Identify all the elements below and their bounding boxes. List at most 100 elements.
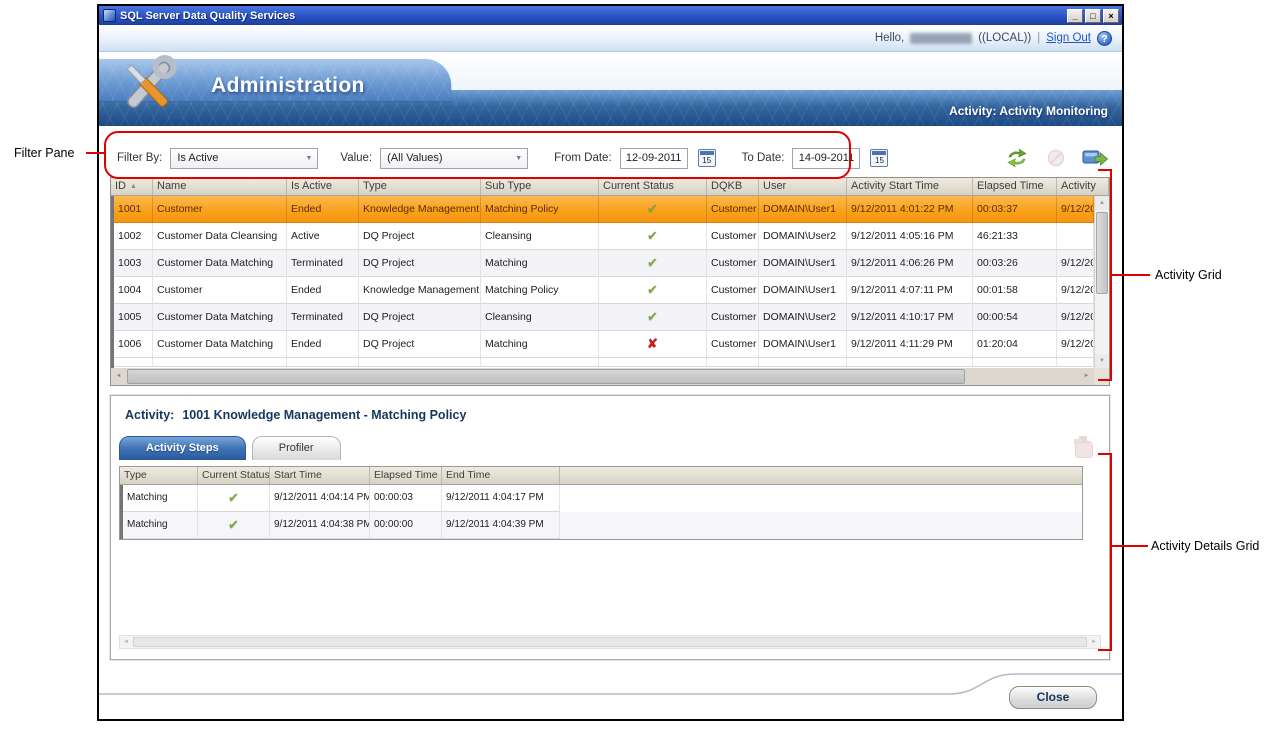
- activity-row-1005[interactable]: 1005Customer Data MatchingTerminatedDQ P…: [114, 304, 1094, 331]
- activity-row-1007[interactable]: 1007CustomerEndedKnowledge ManagementDom…: [114, 358, 1094, 367]
- details-row[interactable]: Matching✔9/12/2011 4:04:14 PM00:00:039/1…: [123, 485, 1082, 512]
- details-row[interactable]: Matching✔9/12/2011 4:04:38 PM00:00:009/1…: [123, 512, 1082, 539]
- cell-sub_type: Cleansing: [481, 223, 599, 250]
- close-window-button[interactable]: ×: [1103, 9, 1119, 23]
- cell-start_time: 9/12/2011 4:01:22 PM: [847, 196, 973, 223]
- tab-activity-steps[interactable]: Activity Steps: [119, 436, 246, 460]
- breadcrumb: Activity: Activity Monitoring: [949, 104, 1108, 118]
- column-header-activity-start-time[interactable]: Activity Start Time: [847, 178, 973, 195]
- cell-status: ✔: [599, 250, 707, 277]
- scroll-down-icon[interactable]: ▼: [1095, 354, 1109, 368]
- column-header-current-status[interactable]: Current Status: [198, 467, 270, 484]
- cell-is_active: Ended: [287, 358, 359, 367]
- check-icon: ✔: [228, 490, 239, 505]
- annotation-connector: [1112, 545, 1148, 547]
- terminate-icon: [1043, 147, 1069, 169]
- column-header-current-status[interactable]: Current Status: [599, 178, 707, 195]
- page: SQL Server Data Quality Services _ □ × H…: [0, 0, 1265, 730]
- cell-id: 1004: [114, 277, 153, 304]
- column-header-name[interactable]: Name: [153, 178, 287, 195]
- title-bar: SQL Server Data Quality Services _ □ ×: [99, 6, 1122, 25]
- column-header-elapsed-time[interactable]: Elapsed Time: [973, 178, 1057, 195]
- cell-end_time: 9/12/20: [1057, 250, 1094, 277]
- activity-row-1002[interactable]: 1002Customer Data CleansingActiveDQ Proj…: [114, 223, 1094, 250]
- value-dropdown[interactable]: (All Values) ▼: [380, 148, 528, 169]
- column-header-start-time[interactable]: Start Time: [270, 467, 370, 484]
- activity-grid-bracket-bottom: [1098, 379, 1112, 381]
- sign-out-link[interactable]: Sign Out: [1046, 32, 1091, 44]
- activity-row-1001[interactable]: 1001CustomerEndedKnowledge ManagementMat…: [114, 196, 1094, 223]
- details-grid-header: TypeCurrent StatusStart TimeElapsed Time…: [120, 467, 1082, 485]
- cell-is_active: Ended: [287, 331, 359, 358]
- horizontal-scrollbar[interactable]: ◄ ►: [111, 368, 1094, 385]
- cell-dqkb: Customer: [707, 223, 759, 250]
- export-icon[interactable]: [1082, 147, 1108, 169]
- footer-curve: [99, 670, 1122, 718]
- cell-type: DQ Project: [359, 223, 481, 250]
- column-header-end-time[interactable]: End Time: [442, 467, 560, 484]
- column-header-user[interactable]: User: [759, 178, 847, 195]
- restore-button[interactable]: □: [1085, 9, 1101, 23]
- cell-name: Customer: [153, 358, 287, 367]
- check-icon: ✔: [647, 309, 658, 324]
- column-header-activity[interactable]: Activity: [1057, 178, 1109, 195]
- cell-user: DOMAIN\User1: [759, 277, 847, 304]
- filter-pane: Filter By: Is Active ▼ Value: (All Value…: [117, 146, 888, 170]
- scrollbar-thumb[interactable]: [133, 637, 1087, 647]
- cell-elapsed: 00:00:03: [370, 485, 442, 512]
- scrollbar-thumb[interactable]: [127, 369, 965, 384]
- calendar-icon[interactable]: 15: [698, 149, 716, 167]
- activity-row-1004[interactable]: 1004CustomerEndedKnowledge ManagementMat…: [114, 277, 1094, 304]
- minimize-button[interactable]: _: [1067, 9, 1083, 23]
- column-header-type[interactable]: Type: [359, 178, 481, 195]
- cell-start_time: 9/12/2011 4:06:26 PM: [847, 250, 973, 277]
- sort-asc-icon: ▲: [130, 183, 137, 190]
- column-header-dqkb[interactable]: DQKB: [707, 178, 759, 195]
- details-grid-bracket-bottom: [1098, 649, 1112, 651]
- activity-grid-header: ID▲NameIs ActiveTypeSub TypeCurrent Stat…: [111, 178, 1109, 196]
- scroll-up-icon[interactable]: ▲: [1095, 196, 1109, 210]
- scrollbar-corner: [1094, 368, 1109, 385]
- scrollbar-thumb[interactable]: [1096, 212, 1108, 294]
- activity-row-1003[interactable]: 1003Customer Data MatchingTerminatedDQ P…: [114, 250, 1094, 277]
- check-icon: ✔: [647, 363, 658, 367]
- annotation-connector: [86, 152, 105, 154]
- cell-start_time: 9/12/2011 5:04:41 PM: [847, 358, 973, 367]
- scroll-left-icon[interactable]: ◄: [120, 636, 132, 648]
- cell-type: DQ Project: [359, 304, 481, 331]
- filter-by-dropdown[interactable]: Is Active ▼: [170, 148, 318, 169]
- details-title: Activity:1001 Knowledge Management - Mat…: [125, 408, 466, 422]
- cell-dqkb: Customer: [707, 304, 759, 331]
- check-icon: ✔: [228, 517, 239, 532]
- cell-end_time: 9/12/2011 4:04:17 PM: [442, 485, 560, 512]
- value-value: (All Values): [387, 152, 442, 164]
- column-header-elapsed-time[interactable]: Elapsed Time: [370, 467, 442, 484]
- scroll-right-icon[interactable]: ►: [1088, 636, 1100, 648]
- refresh-icon[interactable]: [1004, 147, 1030, 169]
- vertical-scrollbar[interactable]: ▲ ▼: [1094, 196, 1109, 368]
- window-title: SQL Server Data Quality Services: [120, 10, 1067, 22]
- column-header-is-active[interactable]: Is Active: [287, 178, 359, 195]
- cell-type: Matching: [123, 512, 198, 539]
- calendar-top: [700, 151, 714, 155]
- from-date-input[interactable]: 12-09-2011: [620, 148, 688, 169]
- help-icon[interactable]: ?: [1097, 31, 1112, 46]
- column-header-id[interactable]: ID▲: [111, 178, 153, 195]
- column-header-sub-type[interactable]: Sub Type: [481, 178, 599, 195]
- details-horizontal-scrollbar[interactable]: ◄ ►: [119, 635, 1101, 649]
- scroll-left-icon[interactable]: ◄: [111, 368, 126, 385]
- cell-elapsed: 01:20:04: [973, 331, 1057, 358]
- calendar-icon[interactable]: 15: [870, 149, 888, 167]
- check-icon: ✔: [647, 255, 658, 270]
- cell-user: DOMAIN\User1: [759, 250, 847, 277]
- cell-is_active: Terminated: [287, 304, 359, 331]
- close-button[interactable]: Close: [1009, 686, 1097, 709]
- filter-by-label: Filter By:: [117, 152, 162, 164]
- scroll-right-icon[interactable]: ►: [1079, 368, 1094, 385]
- tab-profiler[interactable]: Profiler: [252, 436, 341, 460]
- activity-row-1006[interactable]: 1006Customer Data MatchingEndedDQ Projec…: [114, 331, 1094, 358]
- to-date-input[interactable]: 14-09-2011: [792, 148, 860, 169]
- column-header-type[interactable]: Type: [120, 467, 198, 484]
- cell-elapsed: 00:00:43: [973, 358, 1057, 367]
- cell-status: ✔: [599, 277, 707, 304]
